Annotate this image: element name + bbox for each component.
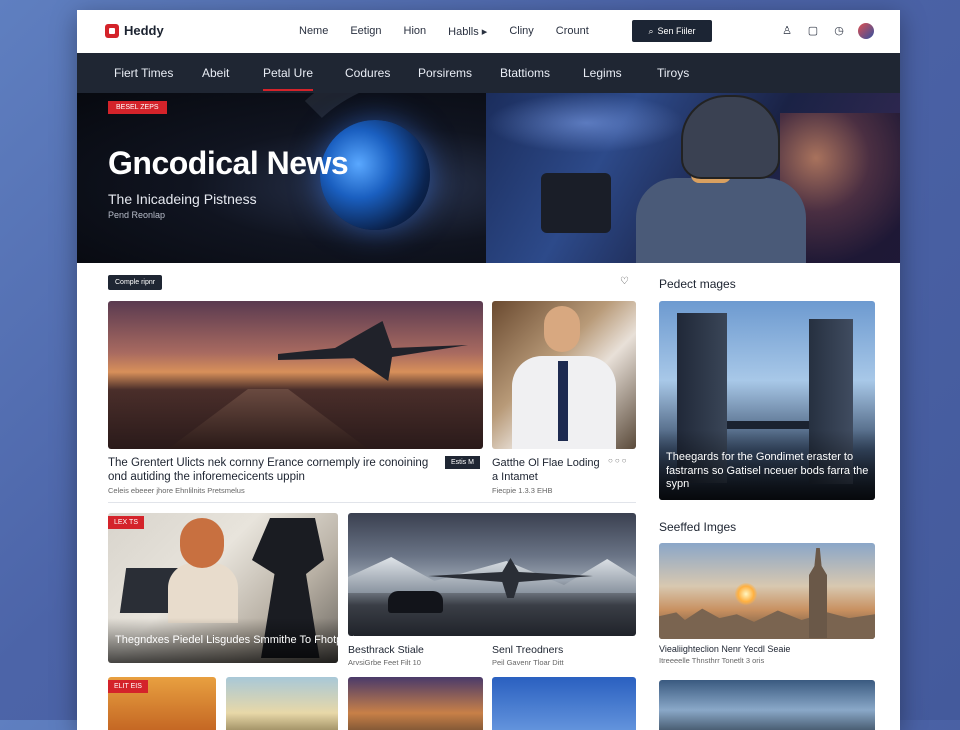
bottom-image-4[interactable] xyxy=(492,677,636,730)
avatar[interactable] xyxy=(858,23,874,39)
bridge xyxy=(727,421,809,429)
man-head xyxy=(544,306,580,352)
top-bar: Heddy Neme Eetign Hion Hablls ▸ Cliny Cr… xyxy=(77,10,900,53)
hero-camera xyxy=(541,173,611,233)
hero-banner[interactable]: BESEL ZEPS Gncodical News The Inicadeing… xyxy=(77,93,486,263)
main-nav: Fiert Times Abeit Petal Ure Codures Pors… xyxy=(77,53,900,93)
bookmark-icon[interactable]: ▢ xyxy=(806,23,820,37)
bottom-image-3[interactable] xyxy=(348,677,483,730)
search-icon: ⌕ xyxy=(648,25,654,36)
woman-head xyxy=(180,518,224,568)
featured-caption[interactable]: The Grentert Ulicts nek cornny Erance co… xyxy=(108,456,438,484)
section-tag[interactable]: Comple ripnr xyxy=(108,275,163,290)
studio-badge: LEX TS xyxy=(108,516,144,529)
hero-person-helmet xyxy=(681,95,780,179)
topnav-item[interactable]: Crount xyxy=(556,25,589,38)
topnav-item[interactable]: Neme xyxy=(299,25,328,38)
skyline xyxy=(659,608,875,639)
hero-light xyxy=(486,93,686,153)
city-meta: Itreeeelle Thnsthrr Tonetlt 3 oris xyxy=(659,656,765,665)
brand-name: Heddy xyxy=(124,23,164,38)
nav-item[interactable]: Abeit xyxy=(202,66,229,80)
nav-item-active[interactable]: Petal Ure xyxy=(263,66,314,91)
clock-icon[interactable]: ◷ xyxy=(832,23,846,37)
sidebar-feature-image[interactable]: Theegards for the Gondimet eraster to fa… xyxy=(659,301,875,500)
user-icon[interactable]: ♙ xyxy=(780,23,794,37)
car-shape xyxy=(388,591,443,613)
nav-item[interactable]: Porsirems xyxy=(418,66,472,80)
second-caption[interactable]: Gatthe Ol Flae Loding a Intamet xyxy=(492,456,602,484)
city-tower xyxy=(809,548,827,638)
runway-caption-1[interactable]: Besthrack Stiale xyxy=(348,644,424,656)
sidebar-title-2: Seeffed Imges xyxy=(659,520,737,534)
hero-photo[interactable] xyxy=(486,93,900,263)
nav-item[interactable]: Fiert Times xyxy=(114,66,173,80)
nav-item[interactable]: Codures xyxy=(345,66,390,80)
search-button[interactable]: ⌕ Sen Fiiler xyxy=(632,20,712,42)
road-shape xyxy=(168,389,368,449)
sidebar-title: Pedect mages xyxy=(659,277,736,291)
featured-badge[interactable]: Estis M xyxy=(445,456,480,469)
runway-meta-2: Peil Gavenr Tloar Ditt xyxy=(492,658,564,667)
topnav-item[interactable]: Hablls ▸ xyxy=(448,25,487,38)
sun xyxy=(735,583,757,605)
page: Heddy Neme Eetign Hion Hablls ▸ Cliny Cr… xyxy=(77,10,900,730)
logo-icon xyxy=(105,23,119,38)
second-image[interactable] xyxy=(492,301,636,449)
topnav-item[interactable]: Hion xyxy=(404,25,427,38)
nav-item[interactable]: Legims xyxy=(583,66,622,80)
topnav-item[interactable]: Cliny xyxy=(509,25,533,38)
topnav-item[interactable]: Eetign xyxy=(350,25,381,38)
runway-image[interactable] xyxy=(348,513,636,636)
sidebar-feature-caption[interactable]: Theegards for the Gondimet eraster to fa… xyxy=(666,451,871,492)
city-caption[interactable]: Viealiighteclion Nenr Yecdl Seaie xyxy=(659,644,790,654)
woman-body xyxy=(168,563,238,623)
bottom-badge: ELIT EIS xyxy=(108,680,148,693)
more-dots-icon[interactable]: ○○○ xyxy=(608,456,629,465)
featured-meta: Celeis ebeeer jhore Ehnlilnits Pretsmelu… xyxy=(108,486,245,495)
hero-title[interactable]: Gncodical News xyxy=(108,145,349,182)
hero-meta: Pend Reonlap xyxy=(108,210,166,220)
top-icons: ♙ ▢ ◷ xyxy=(780,23,874,39)
second-meta: Fiecpie 1.3.3 EHB xyxy=(492,486,553,495)
hero-badge: BESEL ZEPS xyxy=(108,101,167,114)
divider xyxy=(108,502,636,503)
nav-item[interactable]: Btattioms xyxy=(500,66,550,80)
hero-subtitle: The Inicadeing Pistness xyxy=(108,191,257,207)
hero-person-body xyxy=(636,178,806,263)
search-label: Sen Fiiler xyxy=(657,26,696,36)
runway-meta-1: ArvsiGrbe Feet Filt 10 xyxy=(348,658,421,667)
nav-item[interactable]: Tiroys xyxy=(657,66,689,80)
bottom-image-5[interactable] xyxy=(659,680,875,730)
runway-caption-2[interactable]: Senl Treodners xyxy=(492,644,563,656)
heart-icon[interactable]: ♡ xyxy=(620,276,629,287)
studio-caption[interactable]: Thegndxes Piedel Lisgudes Smmithe To Fho… xyxy=(115,634,355,648)
man-tie xyxy=(558,361,568,441)
city-image[interactable] xyxy=(659,543,875,639)
brand-logo[interactable]: Heddy xyxy=(105,23,164,38)
bottom-image-2[interactable] xyxy=(226,677,338,730)
featured-image[interactable] xyxy=(108,301,483,449)
jet-shape xyxy=(278,321,468,381)
top-nav: Neme Eetign Hion Hablls ▸ Cliny Crount xyxy=(299,25,611,38)
